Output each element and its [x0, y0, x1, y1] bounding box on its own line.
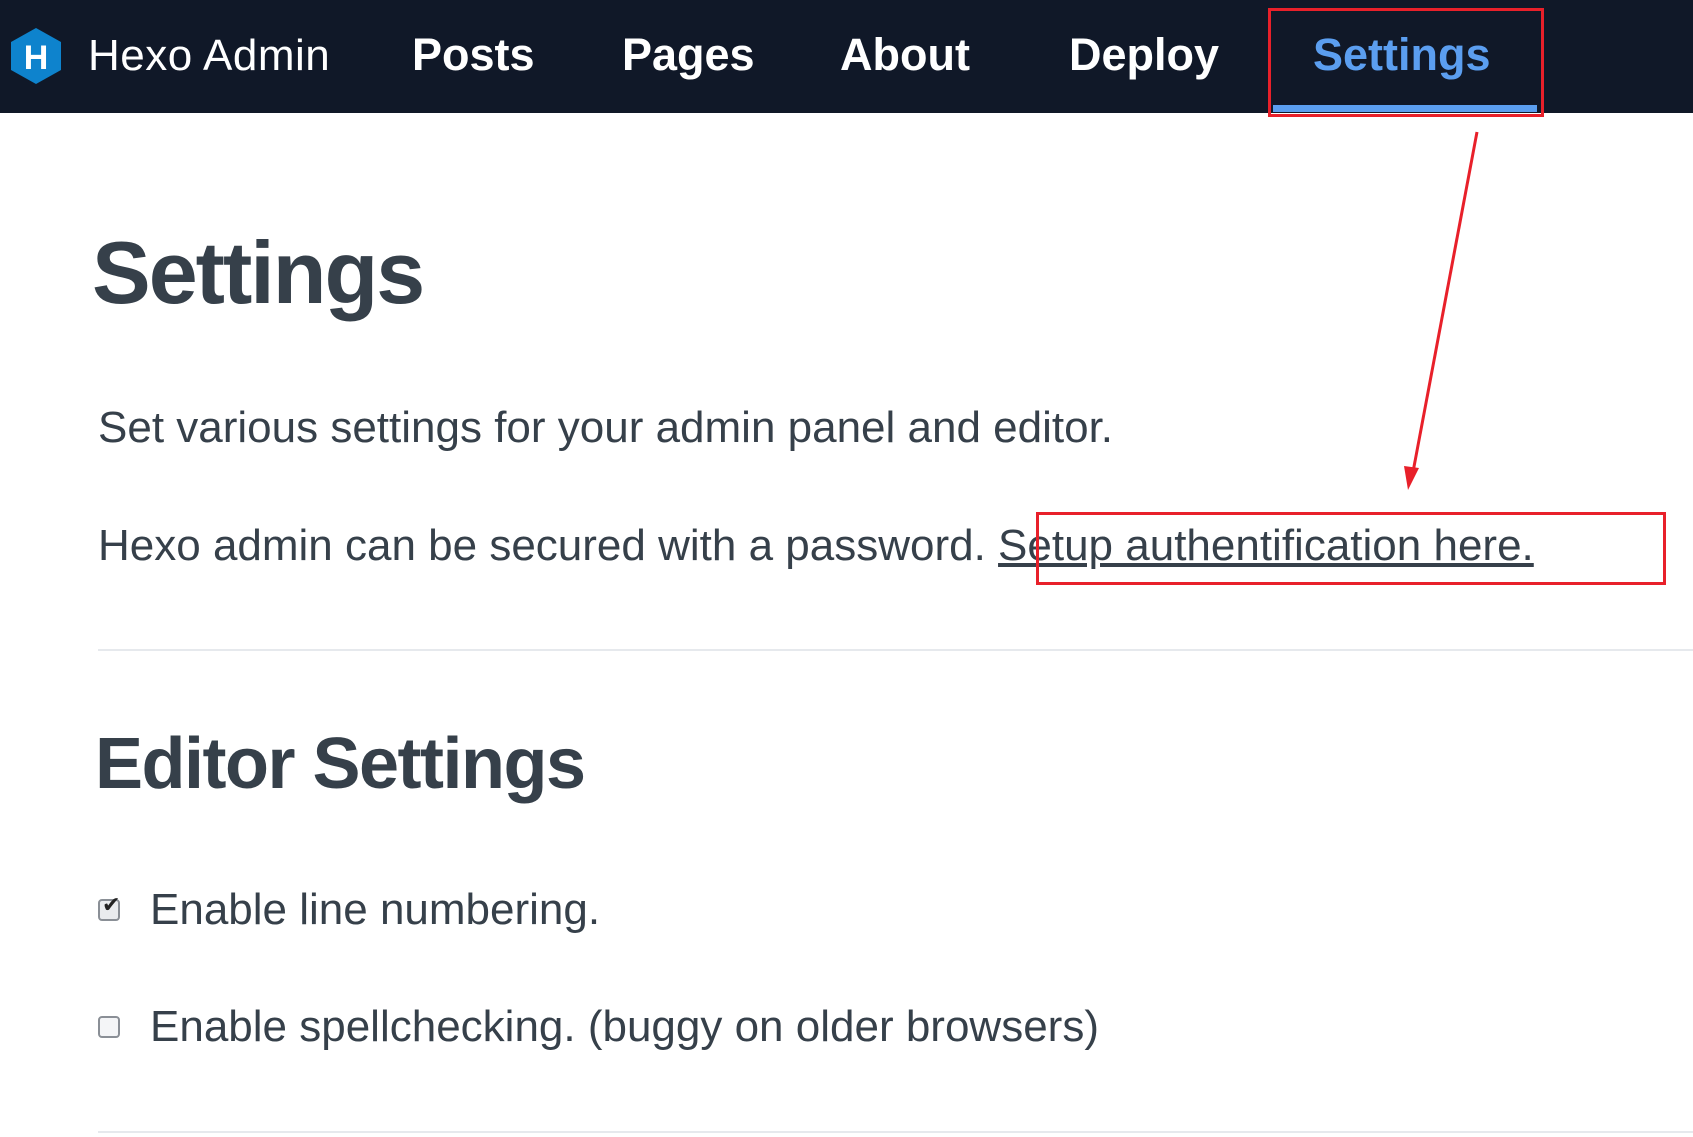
settings-tab-highlight-box [1268, 8, 1544, 117]
editor-settings-title: Editor Settings [95, 724, 586, 804]
brand[interactable]: H Hexo Admin [10, 25, 330, 87]
nav-posts[interactable]: Posts [412, 0, 535, 113]
auth-link-highlight-box [1036, 512, 1666, 585]
option-line-numbering: ✔ Enable line numbering. [98, 885, 600, 935]
checkmark-icon: ✔ [102, 893, 121, 918]
line-numbering-label: Enable line numbering. [150, 885, 601, 934]
spellchecking-checkbox[interactable] [98, 1016, 120, 1038]
hexo-logo-icon: H [11, 28, 61, 84]
page-title: Settings [92, 223, 425, 322]
nav-about[interactable]: About [840, 0, 970, 113]
brand-title: Hexo Admin [88, 31, 331, 80]
auth-text: Hexo admin can be secured with a passwor… [98, 521, 986, 570]
settings-description: Set various settings for your admin pane… [98, 403, 1114, 452]
option-spellchecking: Enable spellchecking. (buggy on older br… [98, 1002, 1099, 1052]
section-divider [98, 649, 1693, 651]
line-numbering-checkbox[interactable]: ✔ [98, 895, 120, 921]
nav-deploy[interactable]: Deploy [1069, 0, 1219, 113]
section-divider-bottom [98, 1131, 1693, 1133]
nav-pages[interactable]: Pages [622, 0, 755, 113]
spellchecking-label: Enable spellchecking. (buggy on older br… [150, 1002, 1099, 1051]
logo-letter: H [24, 39, 49, 77]
